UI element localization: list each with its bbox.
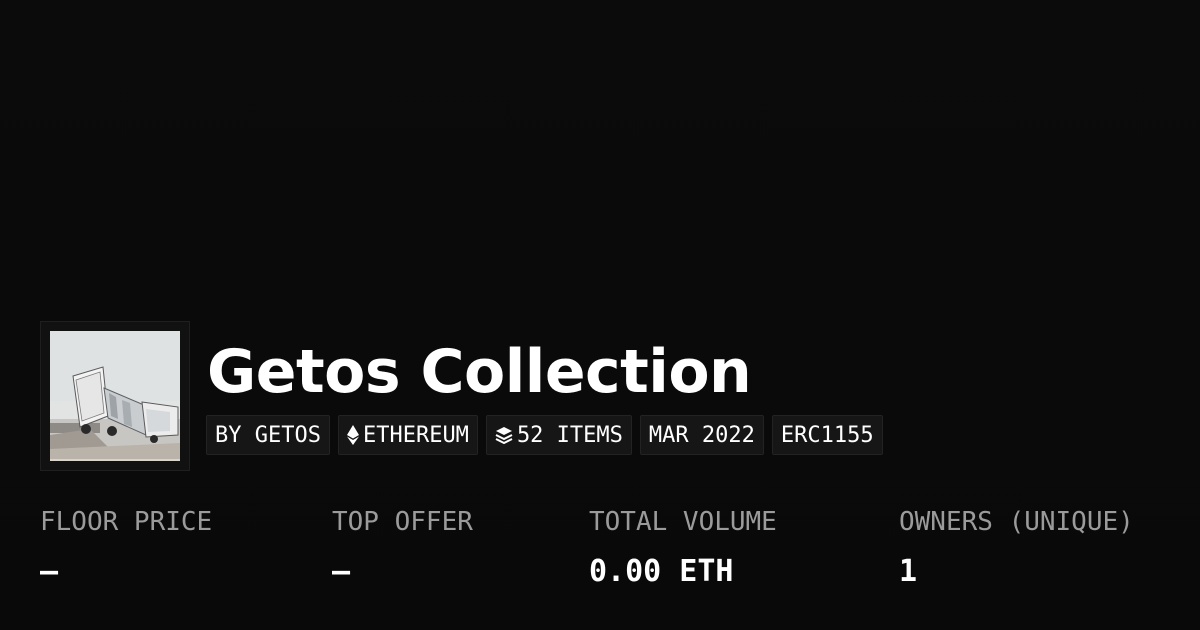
creator-badge-label: BY GETOS xyxy=(215,422,321,448)
stat-label: TOTAL VOLUME xyxy=(589,507,777,537)
items-badge: 52 ITEMS xyxy=(485,415,632,455)
date-badge: MAR 2022 xyxy=(639,415,764,455)
items-badge-label: 52 ITEMS xyxy=(516,422,623,448)
stat-value: — xyxy=(332,554,351,589)
stat-floor-price: FLOOR PRICE — xyxy=(40,505,212,589)
stat-label: TOP OFFER xyxy=(332,507,473,537)
stat-label: FLOOR PRICE xyxy=(40,507,213,537)
collection-badges: BY GETOS ETHEREUM 52 ITEMS MAR 2022 ERC1… xyxy=(206,415,883,455)
stat-owners: OWNERS (UNIQUE) 1 xyxy=(899,505,1134,589)
og-card: Getos Collection BY GETOS ETHEREUM 52 IT… xyxy=(0,0,1200,630)
collection-image xyxy=(50,331,180,461)
token-standard-badge-label: ERC1155 xyxy=(780,422,874,448)
stat-value: — xyxy=(40,554,59,589)
creator-badge[interactable]: BY GETOS xyxy=(206,415,330,455)
collection-title: Getos Collection xyxy=(207,337,752,407)
stat-top-offer: TOP OFFER — xyxy=(332,505,473,589)
stat-label: OWNERS (UNIQUE) xyxy=(899,507,1134,537)
collection-image-frame xyxy=(40,321,190,471)
stat-value: 1 xyxy=(899,554,918,589)
chain-badge: ETHEREUM xyxy=(337,415,478,455)
ethereum-icon xyxy=(346,425,359,445)
chain-badge-label: ETHEREUM xyxy=(362,422,469,448)
token-standard-badge: ERC1155 xyxy=(771,415,883,455)
stat-value: 0.00 ETH xyxy=(589,554,734,589)
stat-total-volume: TOTAL VOLUME 0.00 ETH xyxy=(589,505,777,589)
layers-icon xyxy=(495,426,513,444)
date-badge-label: MAR 2022 xyxy=(648,422,755,448)
